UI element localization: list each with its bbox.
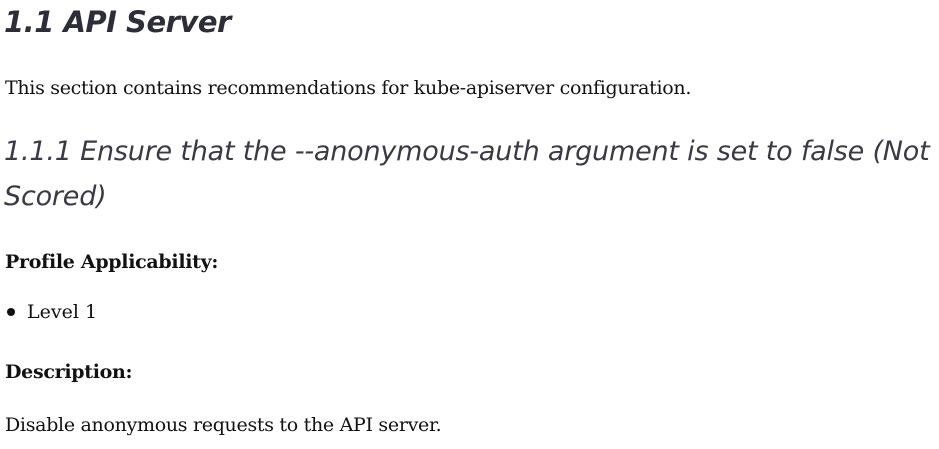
profile-list: Level 1 xyxy=(5,298,97,326)
section-title: 1.1 API Server xyxy=(4,5,231,39)
description-label: Description: xyxy=(5,361,133,383)
section-intro: This section contains recommendations fo… xyxy=(5,77,692,99)
recommendation-title: 1.1.1 Ensure that the --anonymous-auth a… xyxy=(4,136,930,212)
profile-level: Level 1 xyxy=(27,301,98,323)
document-page: 1.1 API Server This section contains rec… xyxy=(0,0,939,449)
profile-applicability-label: Profile Applicability: xyxy=(5,251,219,273)
list-item: Level 1 xyxy=(5,298,97,326)
description-text: Disable anonymous requests to the API se… xyxy=(5,414,442,436)
bullet-icon xyxy=(7,308,15,316)
